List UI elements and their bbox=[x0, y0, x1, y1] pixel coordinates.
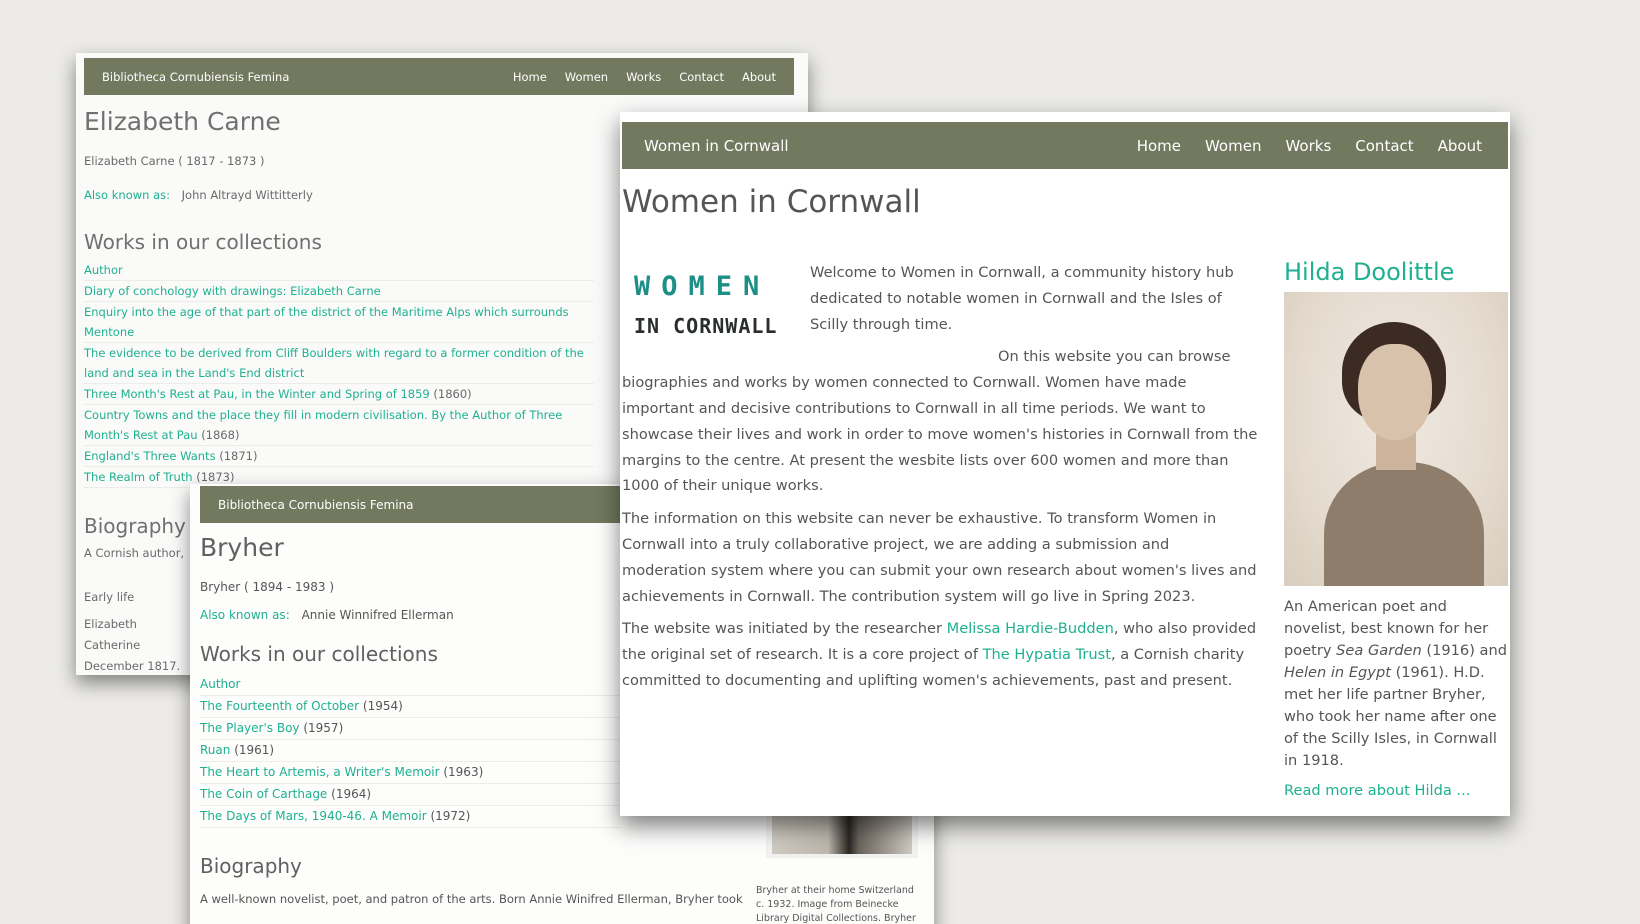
wic-brand[interactable]: Women in Cornwall bbox=[644, 137, 789, 155]
list-item: Ruan (1961) bbox=[200, 740, 620, 762]
list-item: Three Month's Rest at Pau, in the Winter… bbox=[84, 384, 594, 405]
work-year: (1964) bbox=[331, 787, 372, 801]
list-item: The Days of Mars, 1940-46. A Memoir (197… bbox=[200, 806, 620, 828]
carne-aka-value: John Altrayd Wittitterly bbox=[181, 188, 313, 202]
wic-logo-line1: WOMEN bbox=[634, 271, 771, 302]
list-item: The evidence to be derived from Cliff Bo… bbox=[84, 343, 594, 384]
carne-brand[interactable]: Bibliotheca Cornubiensis Femina bbox=[102, 70, 289, 84]
carne-nav-home[interactable]: Home bbox=[513, 70, 547, 84]
list-item: Enquiry into the age of that part of the… bbox=[84, 302, 594, 343]
work-year: (1868) bbox=[201, 428, 240, 442]
work-year: (1957) bbox=[303, 721, 344, 735]
carne-aka-label: Also known as: bbox=[84, 188, 170, 202]
work-helen-in-egypt: Helen in Egypt bbox=[1284, 664, 1391, 681]
bryher-bio-text: A well-known novelist, poet, and patron … bbox=[200, 892, 743, 906]
bryher-aka-label: Also known as: bbox=[200, 608, 290, 622]
list-item: Country Towns and the place they fill in… bbox=[84, 405, 594, 446]
wic-page-title: Women in Cornwall bbox=[622, 184, 921, 220]
wic-nav-about[interactable]: About bbox=[1438, 137, 1482, 155]
portrait-face bbox=[1358, 344, 1432, 440]
work-link[interactable]: The evidence to be derived from Cliff Bo… bbox=[84, 346, 584, 380]
bryher-photo-caption: Bryher at their home Switzerland c. 1932… bbox=[756, 885, 916, 924]
wic-logo: WOMEN IN CORNWALL bbox=[622, 260, 810, 368]
wic-main-content: WOMEN IN CORNWALL Welcome to Women in Co… bbox=[622, 260, 1258, 701]
featured-name[interactable]: Hilda Doolittle bbox=[1284, 258, 1508, 286]
wic-nav-works[interactable]: Works bbox=[1285, 137, 1331, 155]
carne-navbar: Bibliotheca Cornubiensis Femina Home Wom… bbox=[84, 58, 794, 95]
list-item: The Heart to Artemis, a Writer's Memoir … bbox=[200, 762, 620, 784]
featured-portrait[interactable] bbox=[1284, 292, 1508, 586]
bryher-works-role: Author bbox=[200, 674, 620, 696]
work-year: (1963) bbox=[443, 765, 484, 779]
wic-intro-p3: The information on this website can neve… bbox=[622, 510, 1257, 605]
list-item: The Fourteenth of October (1954) bbox=[200, 696, 620, 718]
work-link[interactable]: The Fourteenth of October bbox=[200, 699, 359, 713]
work-link[interactable]: Enquiry into the age of that part of the… bbox=[84, 305, 569, 339]
work-year: (1860) bbox=[433, 387, 472, 401]
work-year: (1873) bbox=[196, 470, 235, 484]
featured-woman-panel: Hilda Doolittle An American poet and nov… bbox=[1284, 258, 1508, 799]
bryher-brand[interactable]: Bibliotheca Cornubiensis Femina bbox=[218, 498, 414, 512]
melissa-link[interactable]: Melissa Hardie-Budden bbox=[947, 620, 1114, 637]
wic-intro-p4: The website was initiated by the researc… bbox=[622, 616, 1258, 693]
work-sea-garden: Sea Garden bbox=[1336, 642, 1422, 659]
wic-nav-women[interactable]: Women bbox=[1205, 137, 1261, 155]
portrait-body bbox=[1324, 462, 1484, 586]
featured-description: An American poet and novelist, best know… bbox=[1284, 596, 1508, 772]
carne-nav-works[interactable]: Works bbox=[626, 70, 661, 84]
p4-text-a: The website was initiated by the researc… bbox=[622, 620, 947, 638]
bryher-photo bbox=[766, 814, 918, 858]
work-link[interactable]: Country Towns and the place they fill in… bbox=[84, 408, 562, 442]
work-link[interactable]: The Realm of Truth bbox=[84, 470, 193, 484]
bryher-aka-value: Annie Winnifred Ellerman bbox=[301, 608, 454, 622]
wic-logo-line2: IN CORNWALL bbox=[634, 314, 778, 338]
work-year: (1871) bbox=[219, 449, 258, 463]
read-more-link[interactable]: Read more about Hilda ... bbox=[1284, 782, 1508, 799]
list-item: The Coin of Carthage (1964) bbox=[200, 784, 620, 806]
work-link[interactable]: The Player's Boy bbox=[200, 721, 300, 735]
work-link[interactable]: Ruan bbox=[200, 743, 230, 757]
carne-works-list: Author Diary of conchology with drawings… bbox=[84, 260, 594, 488]
carne-works-role: Author bbox=[84, 260, 594, 281]
list-item: The Player's Boy (1957) bbox=[200, 718, 620, 740]
desc-b: (1916) and bbox=[1421, 642, 1508, 659]
wic-window: Women in Cornwall Home Women Works Conta… bbox=[620, 112, 1510, 816]
list-item: Diary of conchology with drawings: Eliza… bbox=[84, 281, 594, 302]
carne-nav-contact[interactable]: Contact bbox=[679, 70, 724, 84]
work-year: (1972) bbox=[430, 809, 471, 823]
work-link[interactable]: England's Three Wants bbox=[84, 449, 216, 463]
work-link[interactable]: Three Month's Rest at Pau, in the Winter… bbox=[84, 387, 430, 401]
hypatia-trust-link[interactable]: The Hypatia Trust bbox=[983, 646, 1111, 663]
wic-navbar: Women in Cornwall Home Women Works Conta… bbox=[622, 122, 1508, 169]
work-link[interactable]: Diary of conchology with drawings: Eliza… bbox=[84, 284, 381, 298]
carne-early-text: Elizabeth Catherine December 1817. Riv C… bbox=[84, 617, 181, 673]
work-link[interactable]: The Heart to Artemis, a Writer's Memoir bbox=[200, 765, 440, 779]
work-link[interactable]: The Coin of Carthage bbox=[200, 787, 327, 801]
bryher-works-list: Author The Fourteenth of October (1954) … bbox=[200, 674, 620, 828]
work-link[interactable]: The Days of Mars, 1940-46. A Memoir bbox=[200, 809, 427, 823]
bryher-photo-image bbox=[772, 814, 912, 854]
carne-nav-women[interactable]: Women bbox=[565, 70, 608, 84]
wic-nav-home[interactable]: Home bbox=[1137, 137, 1181, 155]
work-year: (1954) bbox=[362, 699, 403, 713]
list-item: England's Three Wants (1871) bbox=[84, 446, 594, 467]
work-year: (1961) bbox=[234, 743, 275, 757]
wic-nav-contact[interactable]: Contact bbox=[1355, 137, 1413, 155]
carne-nav-about[interactable]: About bbox=[742, 70, 776, 84]
